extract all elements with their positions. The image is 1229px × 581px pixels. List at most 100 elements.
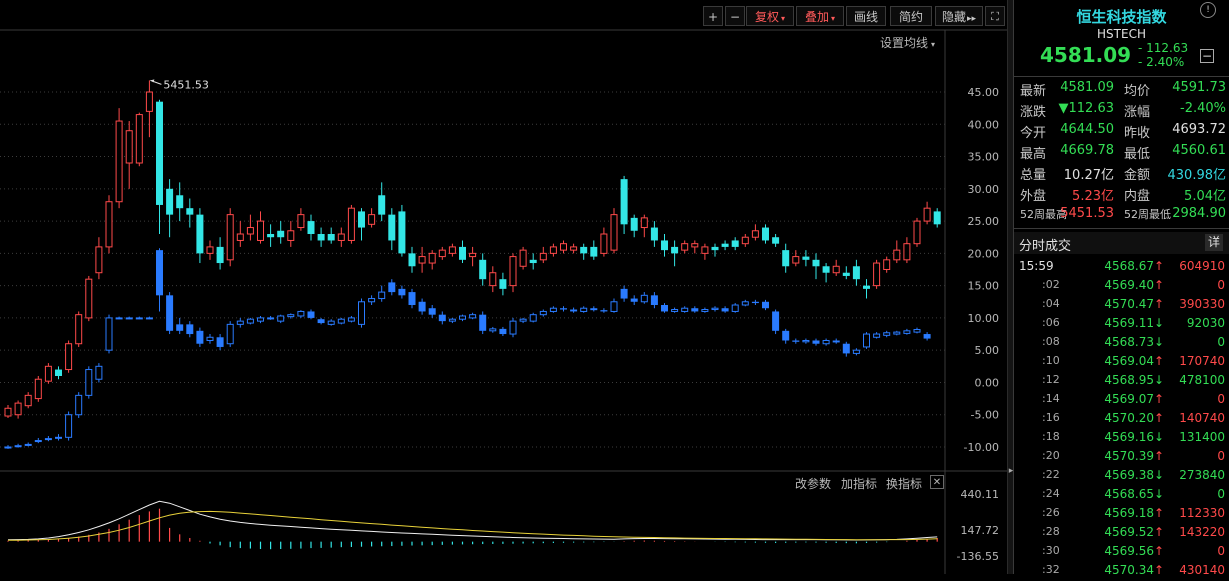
- candle-body: [842, 272, 850, 276]
- overlay-candle-body: [287, 314, 295, 318]
- overlay-candle-body: [378, 291, 386, 300]
- tick-price: 4569.11: [1104, 316, 1154, 330]
- tick-price: 4570.20: [1104, 411, 1154, 425]
- overlay-candle-body: [115, 317, 123, 320]
- overlay-candle-body: [903, 330, 911, 334]
- overlay-candle-body: [418, 301, 426, 312]
- overlay-candle-body: [489, 328, 497, 332]
- overlay-candle-body: [55, 436, 62, 439]
- tick-price: 4568.95: [1104, 373, 1154, 387]
- candle-body: [75, 314, 83, 345]
- overlay-candle-body: [459, 315, 466, 320]
- tick-time: :22: [1042, 468, 1060, 481]
- candle-body: [883, 259, 891, 270]
- candle-body: [782, 250, 790, 267]
- overlay-candle-body: [317, 319, 325, 324]
- tick-volume: 0: [1217, 487, 1225, 501]
- switch-indicator-button[interactable]: 换指标: [886, 475, 922, 492]
- overlay-candle-body: [166, 295, 174, 331]
- overlay-candle-body: [368, 298, 376, 303]
- candle-body: [297, 214, 305, 229]
- candle-body: [469, 252, 477, 258]
- overlay-candle-body: [34, 440, 42, 443]
- candle-body: [176, 195, 184, 209]
- hide-label: 隐藏: [941, 10, 966, 24]
- overlay-candle-body: [408, 292, 416, 305]
- tick-row: 15:59 4568.67 ↑ 604910: [1014, 258, 1229, 277]
- simple-mode-button[interactable]: 简约: [890, 6, 932, 26]
- tick-price: 4569.38: [1104, 468, 1154, 482]
- tick-row: :18 4569.16 ↓ 131400: [1014, 429, 1229, 448]
- divider: [1014, 228, 1229, 229]
- candle-body: [519, 249, 527, 267]
- candle-body: [671, 246, 679, 254]
- overlay-candle-body: [14, 445, 22, 448]
- overlay-candle-body: [539, 310, 547, 316]
- overlay-candle-body: [893, 331, 901, 335]
- overlay-candle-body: [560, 308, 567, 310]
- quote-row: 今开 4644.50 昨收 4693.72: [1018, 122, 1226, 142]
- overlay-candle-body: [216, 337, 224, 347]
- add-indicator-button[interactable]: 加指标: [841, 475, 877, 492]
- tick-price: 4570.34: [1104, 563, 1154, 577]
- quote-value: 5.04亿: [1184, 189, 1226, 204]
- candle-body: [428, 252, 436, 264]
- zoom-out-button[interactable]: −: [725, 6, 745, 26]
- tick-direction-icon: ↑: [1154, 278, 1165, 292]
- quote-label: 内盘: [1124, 189, 1151, 204]
- ma-settings-button[interactable]: 设置均线 ▾: [880, 34, 935, 51]
- tick-time: :10: [1042, 354, 1060, 367]
- index-name: 恒生科技指数: [1076, 8, 1167, 26]
- candle-body: [711, 246, 719, 251]
- tick-price: 4569.40: [1104, 278, 1154, 292]
- diejia-button[interactable]: 叠加 ▾: [796, 6, 844, 26]
- tick-row: :22 4569.38 ↓ 273840: [1014, 467, 1229, 486]
- tick-price: 4570.39: [1104, 449, 1154, 463]
- tick-time: :18: [1042, 430, 1060, 443]
- draw-line-button[interactable]: 画线: [846, 6, 886, 26]
- overlay-candle-body: [630, 298, 638, 302]
- overlay-candle-body: [529, 314, 537, 322]
- hide-button[interactable]: 隐藏▸▸: [935, 6, 983, 26]
- overlay-candle-body: [105, 317, 113, 351]
- overlay-candle-body: [640, 294, 648, 303]
- minimize-button[interactable]: −: [1200, 49, 1214, 63]
- modify-params-button[interactable]: 改参数: [795, 475, 831, 492]
- quote-row: 外盘 5.23亿 内盘 5.04亿: [1018, 185, 1226, 205]
- close-indicator-icon[interactable]: ✕: [930, 475, 944, 489]
- overlay-candle-body: [782, 330, 790, 341]
- y-tick-label: 40.00: [968, 118, 1000, 131]
- overlay-candle-body: [832, 340, 840, 343]
- tick-volume: 0: [1217, 544, 1225, 558]
- tick-volume: 0: [1217, 335, 1225, 349]
- tick-row: :30 4569.56 ↑ 0: [1014, 543, 1229, 562]
- overlay-candle-body: [145, 317, 153, 320]
- tick-time: :30: [1042, 544, 1060, 557]
- candle-body: [398, 211, 406, 254]
- candle-body: [418, 256, 426, 264]
- fuquan-button[interactable]: 复权 ▾: [746, 6, 794, 26]
- candle-body: [539, 252, 547, 261]
- candle-body: [226, 214, 234, 261]
- tick-direction-icon: ↑: [1154, 449, 1165, 463]
- candle-body: [368, 214, 376, 225]
- candle-body: [873, 262, 881, 287]
- overlay-candle-body: [842, 343, 850, 354]
- y-tick-label: 15.00: [968, 280, 1000, 293]
- tick-time: :12: [1042, 373, 1060, 386]
- hide-arrows-icon: ▸▸: [966, 14, 977, 24]
- fullscreen-icon[interactable]: ⛶: [985, 6, 1005, 26]
- zoom-in-button[interactable]: +: [703, 6, 723, 26]
- y-tick-label: 10.00: [968, 312, 1000, 325]
- tick-direction-icon: ↓: [1154, 373, 1165, 387]
- kline-chart-area[interactable]: 45.00 40.00 35.00 30.00 25.00 20.00 15.00 10.00…: [0, 0, 1007, 574]
- tick-volume: 140740: [1179, 411, 1225, 425]
- tick-row: :08 4568.73 ↓ 0: [1014, 334, 1229, 353]
- overlay-candle-body: [923, 334, 931, 339]
- indicator-y-tick-label: -136.55: [957, 550, 999, 563]
- quote-value: 2984.90: [1172, 206, 1226, 221]
- ticks-detail-button[interactable]: 详: [1205, 234, 1223, 251]
- quote-value: 5.23亿: [1072, 189, 1114, 204]
- tick-price: 4569.16: [1104, 430, 1154, 444]
- quote-value: 5451.53: [1060, 206, 1114, 221]
